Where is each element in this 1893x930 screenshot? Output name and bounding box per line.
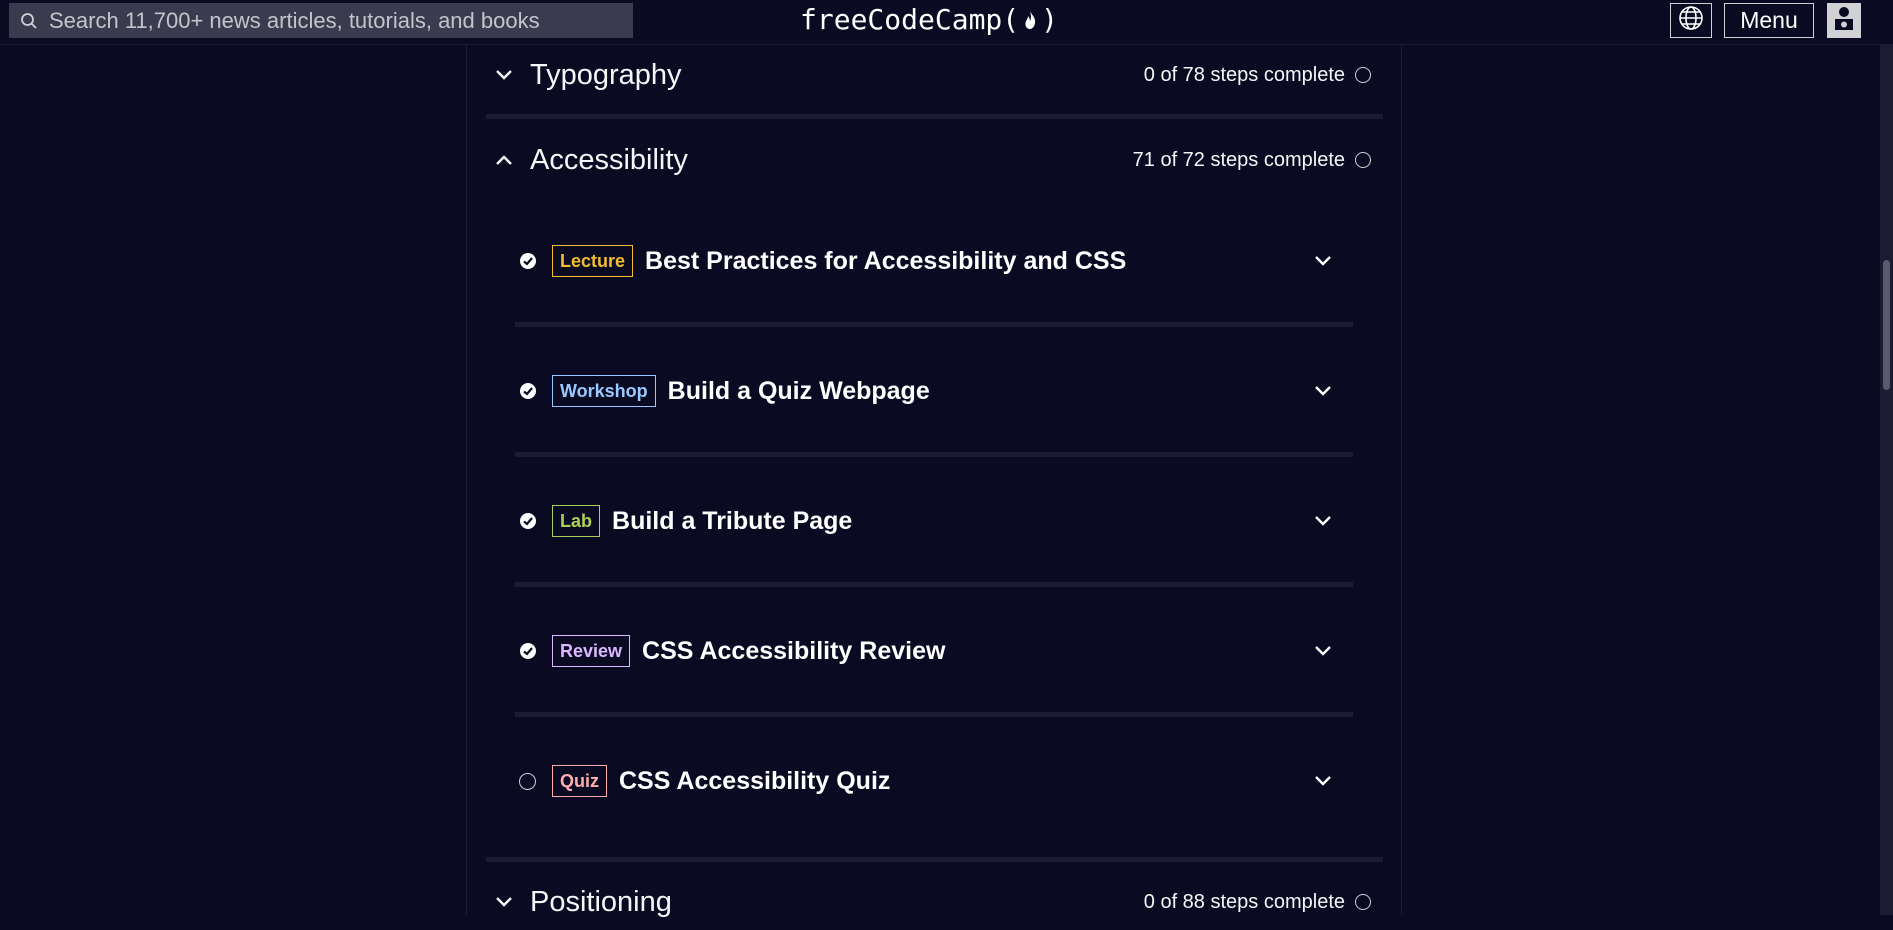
- curriculum-column: Typography 0 of 78 steps complete Access…: [466, 45, 1402, 918]
- block-progress: 71 of 72 steps complete: [1133, 149, 1383, 172]
- block-header-accessibility[interactable]: Accessibility 71 of 72 steps complete: [486, 132, 1383, 188]
- item-divider: [515, 322, 1353, 327]
- type-badge: Lecture: [552, 245, 634, 277]
- type-badge: Quiz: [552, 765, 607, 797]
- item-title: CSS Accessibility Quiz: [619, 766, 891, 795]
- item-title: Build a Quiz Webpage: [667, 376, 930, 405]
- check-circle-icon: [514, 512, 552, 530]
- item-title: Best Practices for Accessibility and CSS: [645, 246, 1127, 275]
- search-input[interactable]: [49, 7, 619, 34]
- menu-button[interactable]: Menu: [1724, 3, 1814, 38]
- list-item-lecture[interactable]: Lecture Best Practices for Accessibility…: [514, 226, 1354, 296]
- progress-text: 0 of 78 steps complete: [1143, 63, 1345, 86]
- chevron-down-icon: [486, 896, 522, 908]
- progress-text: 71 of 72 steps complete: [1132, 148, 1345, 171]
- chevron-down-icon: [1314, 775, 1354, 787]
- type-badge: Workshop: [552, 375, 656, 407]
- language-button[interactable]: [1670, 3, 1712, 38]
- chevron-up-icon: [486, 154, 522, 166]
- empty-circle-icon: [1355, 67, 1371, 83]
- block-header-typography[interactable]: Typography 0 of 78 steps complete: [486, 47, 1383, 103]
- empty-circle-icon: [1355, 152, 1371, 168]
- chevron-down-icon: [486, 69, 522, 81]
- flame-icon: [1020, 8, 1040, 32]
- empty-circle-icon: [514, 772, 552, 790]
- block-progress: 0 of 88 steps complete: [1144, 891, 1383, 914]
- type-badge: Lab: [552, 505, 601, 537]
- check-circle-icon: [514, 382, 552, 400]
- chevron-down-icon: [1314, 515, 1354, 527]
- search-icon: [9, 3, 49, 38]
- block-progress: 0 of 78 steps complete: [1144, 64, 1383, 87]
- list-item-workshop[interactable]: Workshop Build a Quiz Webpage: [514, 356, 1354, 426]
- user-avatar[interactable]: [1827, 3, 1861, 38]
- top-navigation: freeCodeCamp( ) Menu: [0, 0, 1893, 45]
- item-divider: [515, 712, 1353, 717]
- block-divider: [486, 857, 1383, 862]
- list-item-review[interactable]: Review CSS Accessibility Review: [514, 616, 1354, 686]
- chevron-down-icon: [1314, 385, 1354, 397]
- block-divider: [486, 114, 1383, 119]
- list-item-quiz[interactable]: Quiz CSS Accessibility Quiz: [514, 746, 1354, 816]
- block-title: Accessibility: [530, 143, 688, 176]
- globe-icon: [1678, 5, 1704, 36]
- list-item-lab[interactable]: Lab Build a Tribute Page: [514, 486, 1354, 556]
- item-title: Build a Tribute Page: [612, 506, 853, 535]
- progress-text: 0 of 88 steps complete: [1143, 890, 1345, 913]
- block-header-positioning[interactable]: Positioning 0 of 88 steps complete: [486, 874, 1383, 930]
- search-bar[interactable]: [9, 3, 633, 38]
- item-title: CSS Accessibility Review: [642, 636, 946, 665]
- item-divider: [515, 582, 1353, 587]
- freecodecamp-logo[interactable]: freeCodeCamp( ): [800, 3, 1058, 36]
- empty-circle-icon: [1355, 894, 1371, 910]
- type-badge: Review: [552, 635, 631, 667]
- logo-text-left: freeCodeCamp(: [800, 3, 1020, 36]
- block-title: Typography: [530, 58, 682, 91]
- logo-text-right: ): [1041, 3, 1059, 36]
- page-scrollbar[interactable]: [1880, 45, 1893, 915]
- scrollbar-thumb[interactable]: [1883, 260, 1890, 390]
- chevron-down-icon: [1314, 255, 1354, 267]
- check-circle-icon: [514, 642, 552, 660]
- chevron-down-icon: [1314, 645, 1354, 657]
- item-divider: [515, 452, 1353, 457]
- user-avatar-icon: [1831, 3, 1857, 38]
- check-circle-icon: [514, 252, 552, 270]
- block-title: Positioning: [530, 885, 672, 918]
